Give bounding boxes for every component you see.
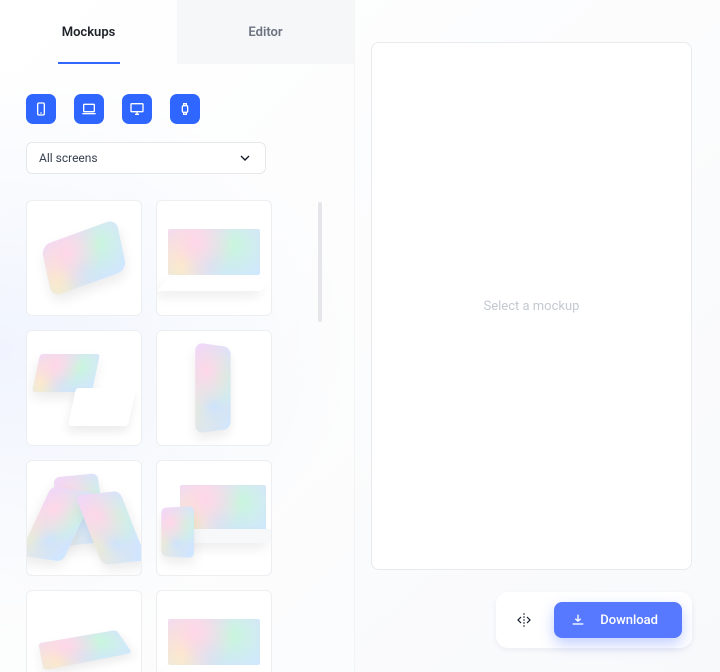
tabs: Mockups Editor	[0, 0, 354, 64]
canvas-placeholder: Select a mockup	[484, 299, 580, 314]
watch-icon	[177, 101, 193, 117]
screen-select-label: All screens	[39, 151, 98, 165]
download-icon	[570, 612, 586, 628]
mockup-grid	[26, 200, 286, 672]
right-panel: Select a mockup Download	[355, 0, 720, 672]
mockup-card[interactable]	[26, 460, 142, 576]
device-filters	[0, 64, 354, 142]
mockup-card[interactable]	[26, 200, 142, 316]
download-button-label: Download	[600, 613, 658, 628]
laptop-icon	[81, 101, 97, 117]
mockup-card[interactable]	[26, 590, 142, 672]
preview-canvas: Select a mockup	[371, 42, 692, 570]
mockup-grid-area	[0, 192, 354, 672]
tab-editor[interactable]: Editor	[177, 0, 354, 64]
mirror-button[interactable]	[510, 606, 538, 634]
mockup-card[interactable]	[156, 590, 272, 672]
tab-mockups-label: Mockups	[62, 25, 116, 40]
phone-icon	[33, 101, 49, 117]
left-panel: Mockups Editor All screens	[0, 0, 355, 672]
mockup-card[interactable]	[26, 330, 142, 446]
desktop-icon	[129, 101, 145, 117]
filter-phone-button[interactable]	[26, 94, 56, 124]
action-bar: Download	[496, 592, 692, 648]
mirror-icon	[515, 611, 533, 629]
filter-desktop-button[interactable]	[122, 94, 152, 124]
mockup-card[interactable]	[156, 200, 272, 316]
screen-select[interactable]: All screens	[26, 142, 266, 174]
download-button[interactable]: Download	[554, 602, 682, 638]
tab-editor-label: Editor	[248, 25, 282, 40]
filter-watch-button[interactable]	[170, 94, 200, 124]
screen-select-wrap: All screens	[0, 142, 354, 192]
mockup-card[interactable]	[156, 460, 272, 576]
filter-laptop-button[interactable]	[74, 94, 104, 124]
tab-mockups[interactable]: Mockups	[0, 0, 177, 64]
scrollbar[interactable]	[318, 202, 322, 322]
chevron-down-icon	[237, 150, 253, 166]
mockup-card[interactable]	[156, 330, 272, 446]
